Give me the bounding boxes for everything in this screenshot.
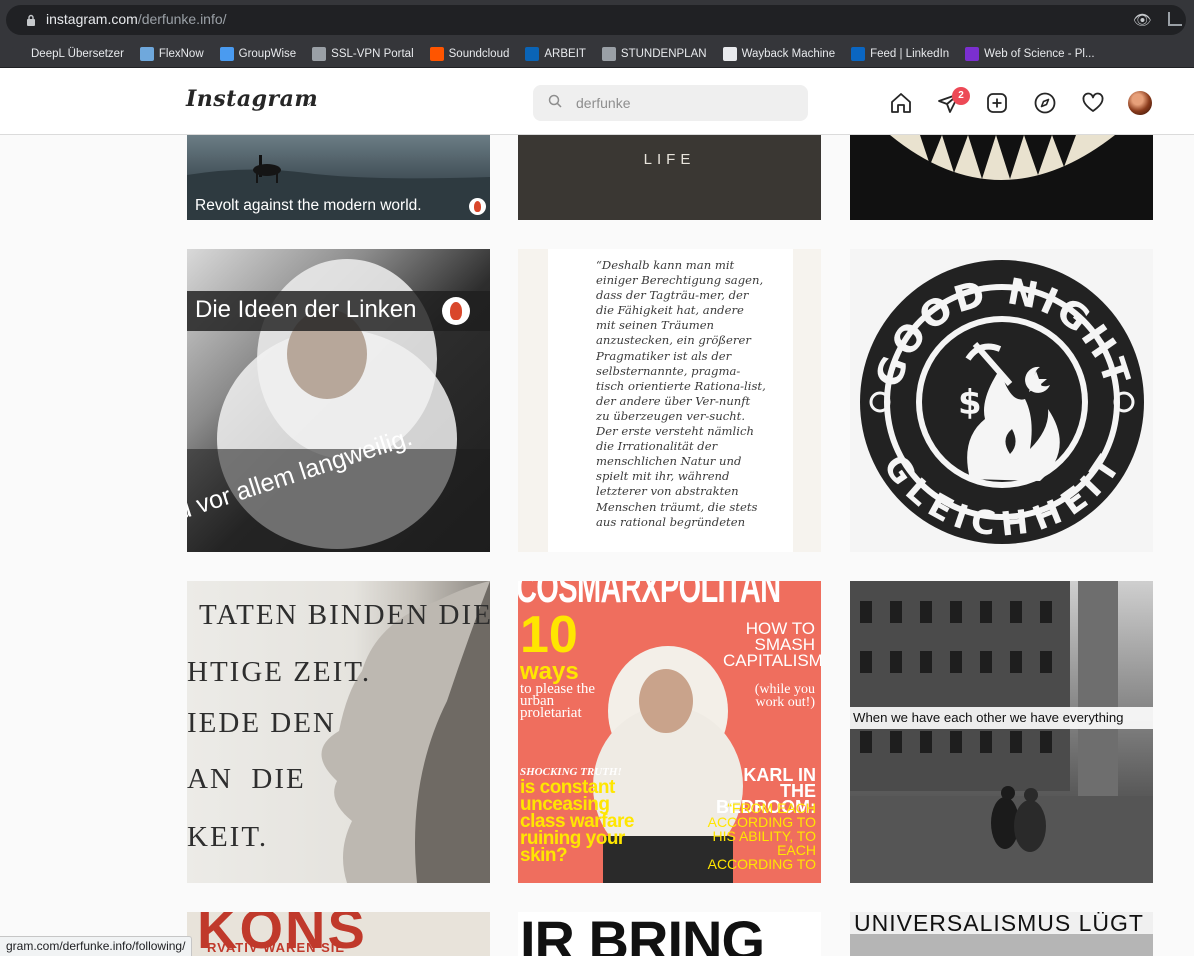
big-ten: 10 [520, 606, 578, 664]
archive-icon [722, 46, 737, 61]
bookmark-label: ARBEIT [544, 47, 586, 60]
instagram-header: Instagram ⌵ derfunke 2 [0, 68, 1194, 135]
bookmark-item[interactable]: Feed | LinkedIn [851, 46, 950, 61]
post-each-other[interactable]: When we have each other we have everythi… [850, 581, 1153, 883]
explore-icon[interactable] [1033, 91, 1057, 115]
bookmark-label: DeepL Übersetzer [31, 47, 124, 60]
post-quote[interactable]: “Deshalb kann man mit einiger Berechtigu… [518, 249, 821, 552]
linkedin-icon [851, 46, 866, 61]
each-text: “FROM EACH ACCORDING TO HIS ABILITY, TO … [707, 800, 816, 872]
bookmark-item[interactable]: ARBEIT [525, 46, 586, 61]
post-taten-binden[interactable]: TATEN BINDEN DIE HTIGE ZEIT. IEDE DEN AN DI… [187, 581, 490, 883]
deepl-icon [12, 46, 26, 61]
bookmark-item[interactable]: SSL-VPN Portal [312, 46, 414, 61]
while-text: (while you work out!) [754, 682, 815, 710]
lock-icon [27, 14, 35, 26]
bookmark-item[interactable]: STUNDENPLAN [601, 46, 707, 61]
extension-icon[interactable] [1168, 12, 1182, 26]
post-caption: Revolt against the modern world. [195, 197, 422, 214]
bookmark-item[interactable]: Web of Science - Pl... [965, 46, 1095, 61]
url-field[interactable]: instagram.com/derfunke.info/ 👁︎ [6, 5, 1186, 35]
profile-avatar[interactable] [1128, 91, 1152, 115]
svg-text:$: $ [958, 383, 982, 423]
globe-icon [601, 46, 616, 61]
good-night-gleichheit-logo: $ GOOD NIGHT GLEICHHEIT [860, 260, 1144, 544]
search-value: derfunke [576, 95, 631, 111]
chevron-down-icon[interactable]: ⌵ [304, 94, 313, 109]
post-cosmarxpolitan[interactable]: COSMARXPOLITAN 10 ways to please the urb… [518, 581, 821, 883]
status-link-preview: gram.com/derfunke.info/following/ [0, 936, 193, 956]
post-die-ideen[interactable]: Die Ideen der Linken d vor allem langwei… [187, 249, 490, 552]
bookmark-label: FlexNow [158, 47, 204, 60]
image-strip [850, 934, 1153, 956]
post-universalismus[interactable]: UNIVERSALISMUS LÜGT [850, 912, 1153, 956]
soundcloud-icon [429, 46, 444, 61]
bookmark-label: GroupWise [238, 47, 297, 60]
bookmark-item[interactable]: Soundcloud [429, 46, 510, 61]
url-text: instagram.com/derfunke.info/ [46, 11, 227, 27]
ways-text: ways [520, 658, 579, 685]
constant-text: is constant unceasing class warfare ruin… [520, 777, 634, 866]
skull-teeth-image [890, 135, 1115, 180]
post-revolt[interactable]: Revolt against the modern world. [187, 135, 490, 220]
post-kons[interactable]: KONS RVATIV WAREN SIE [187, 912, 490, 956]
post-headline: UNIVERSALISMUS LÜGT [854, 912, 1144, 936]
globe-icon [312, 46, 327, 61]
post-text-line: HTIGE ZEIT. [187, 656, 372, 688]
post-text-line: KEIT. [187, 821, 269, 853]
tracking-blocked-icon[interactable]: 👁︎ [1133, 11, 1152, 29]
bookmark-label: Wayback Machine [741, 47, 836, 60]
wos-icon [965, 46, 980, 61]
post-headline: IR BRING [520, 912, 765, 956]
bookmark-label: Web of Science - Pl... [984, 47, 1095, 60]
outlook-icon [525, 46, 540, 61]
search-input[interactable] [533, 85, 808, 121]
post-text-line: TATEN BINDEN DIE [199, 599, 490, 631]
bookmark-label: Soundcloud [448, 47, 510, 60]
post-subline: RVATIV WAREN SIE [207, 940, 346, 955]
post-caption: LIFE [643, 151, 696, 168]
notification-badge: 2 [952, 87, 970, 105]
post-ir-bring[interactable]: IR BRING [518, 912, 821, 956]
please-text: to please the urban proletariat [520, 681, 595, 721]
post-caption: Die Ideen der Linken [195, 296, 417, 323]
browser-address-bar: instagram.com/derfunke.info/ 👁︎ [0, 0, 1194, 40]
bookmark-label: Feed | LinkedIn [870, 47, 950, 60]
bookmark-item[interactable]: FlexNow [139, 46, 204, 61]
post-text-line: AN DIE [187, 763, 306, 795]
post-life[interactable]: LIFE [518, 135, 821, 220]
smash-text: HOW TO SMASH CAPITALISM [723, 619, 821, 670]
flame-logo-icon [442, 297, 470, 325]
post-skull[interactable] [850, 135, 1153, 220]
quote-text: “Deshalb kann man mit einiger Berechtigu… [596, 258, 766, 529]
instagram-logo[interactable]: Instagram [186, 86, 318, 112]
post-text-line: IEDE DEN [187, 707, 336, 739]
post-good-night[interactable]: $ GOOD NIGHT GLEICHHEIT [850, 249, 1153, 552]
mail-icon [219, 46, 234, 61]
bookmark-label: STUNDENPLAN [620, 47, 707, 60]
bookmark-item[interactable]: GroupWise [219, 46, 297, 61]
bookmark-item[interactable]: Wayback Machine [722, 46, 836, 61]
home-icon[interactable] [889, 91, 913, 115]
search-icon [548, 94, 562, 108]
flexnow-icon [139, 46, 154, 61]
post-caption: When we have each other we have everythi… [853, 710, 1124, 725]
bookmark-label: SSL-VPN Portal [331, 47, 414, 60]
new-post-icon[interactable] [985, 91, 1009, 115]
heart-icon[interactable] [1081, 91, 1105, 115]
street-photo-image [850, 581, 1153, 883]
bookmarks-bar: DeepL Übersetzer FlexNow GroupWise SSL-VPN … [0, 40, 1194, 68]
flame-logo-icon [469, 198, 486, 215]
bookmark-item[interactable]: DeepL Übersetzer [12, 46, 124, 61]
